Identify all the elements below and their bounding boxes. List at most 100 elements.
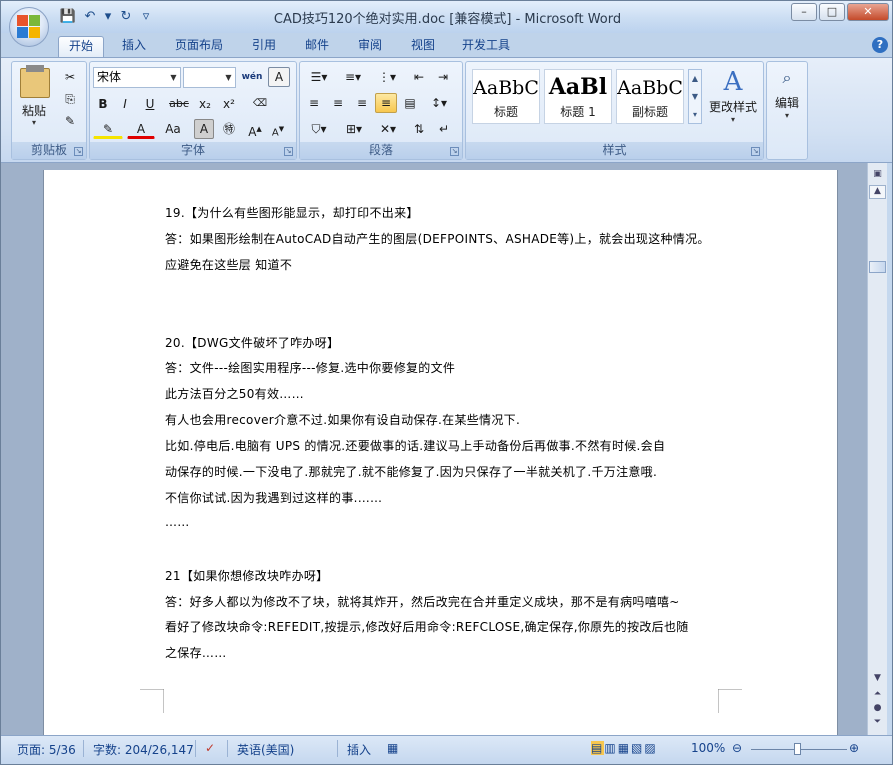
align-left-icon[interactable]: ≡: [303, 93, 325, 113]
font-launcher-icon[interactable]: ↘: [284, 147, 293, 156]
scroll-down-icon[interactable]: ▼: [869, 673, 886, 685]
document-line: 答：好多人都以为修改不了块，就将其炸开，然后改完在合并重定义成块，那不是有病吗嘻…: [165, 594, 680, 609]
font-color-icon[interactable]: A: [127, 119, 155, 139]
paste-dropdown-icon[interactable]: ▾: [32, 118, 36, 127]
align-right-icon[interactable]: ≡: [351, 93, 373, 113]
word-count[interactable]: 字数: 204/26,147: [93, 741, 194, 758]
zoom-slider-thumb[interactable]: [794, 743, 801, 755]
italic-button[interactable]: I: [115, 94, 135, 114]
numbering-icon[interactable]: ≡▾: [337, 67, 369, 87]
page-count[interactable]: 页面: 5/36: [17, 741, 76, 758]
subscript-button[interactable]: x₂: [194, 94, 216, 114]
font-size-combo[interactable]: ▼: [183, 67, 236, 88]
office-button[interactable]: [9, 7, 49, 47]
phonetic-guide-icon[interactable]: wén: [240, 67, 264, 87]
scroll-up-icon[interactable]: ▲: [869, 185, 886, 199]
browse-object-icon[interactable]: ●: [869, 703, 886, 715]
print-layout-icon[interactable]: ▤: [591, 741, 605, 755]
full-reading-icon[interactable]: ▥: [604, 741, 617, 755]
insert-mode[interactable]: 插入: [347, 741, 371, 758]
borders-icon[interactable]: ⊞▾: [338, 119, 370, 139]
bullets-icon[interactable]: ☰▾: [303, 67, 335, 87]
font-name-dropdown-icon[interactable]: ▼: [167, 68, 180, 87]
macro-recording-icon[interactable]: ▦: [387, 741, 398, 755]
editing-group: ⌕ 编辑 ▾: [766, 61, 808, 160]
font-size-dropdown-icon[interactable]: ▼: [222, 68, 235, 87]
vertical-scrollbar[interactable]: ▣ ▲ ▼ ⏶ ● ⏷: [867, 163, 887, 735]
enclose-chars-icon[interactable]: ㊕: [218, 119, 240, 139]
tab-insert[interactable]: 插入: [111, 36, 157, 57]
tab-review[interactable]: 审阅: [347, 36, 393, 57]
language-indicator[interactable]: 英语(美国): [237, 741, 294, 758]
style-subtitle-name: 副标题: [631, 105, 668, 119]
grow-font-icon[interactable]: A▲: [245, 119, 265, 139]
paragraph-group: ☰▾ ≡▾ ⋮▾ ⇤ ⇥ ≡ ≡ ≡ ≡ ▤ ↕▾ ⛉▾ ⊞▾ ✕▾ ⇅ ↵ 段…: [299, 61, 463, 160]
previous-page-icon[interactable]: ⏶: [869, 689, 886, 701]
change-styles-button[interactable]: A 更改样式 ▾: [706, 66, 760, 128]
underline-button[interactable]: U: [137, 94, 163, 114]
style-heading[interactable]: AaBbC 标题: [472, 69, 540, 124]
line-spacing-icon[interactable]: ↕▾: [424, 93, 454, 113]
next-page-icon[interactable]: ⏷: [869, 717, 886, 729]
paste-label[interactable]: 粘贴: [22, 102, 46, 119]
status-separator: [337, 740, 338, 757]
superscript-button[interactable]: x²: [218, 94, 240, 114]
minimize-button[interactable]: –: [791, 3, 817, 21]
editing-button[interactable]: ⌕ 编辑 ▾: [767, 68, 807, 120]
tab-mailings[interactable]: 邮件: [294, 36, 340, 57]
maximize-button[interactable]: □: [819, 3, 845, 21]
increase-indent-icon[interactable]: ⇥: [432, 67, 454, 87]
ruler-toggle-icon[interactable]: ▣: [869, 169, 886, 183]
decrease-indent-icon[interactable]: ⇤: [408, 67, 430, 87]
change-styles-dropdown-icon: ▾: [730, 115, 735, 124]
show-marks-icon[interactable]: ↵: [434, 119, 454, 139]
scroll-thumb[interactable]: [869, 261, 886, 273]
change-case-button[interactable]: Aa: [158, 119, 188, 139]
highlight-icon[interactable]: ✎: [93, 119, 123, 139]
justify-icon[interactable]: ≡: [375, 93, 397, 113]
cut-icon[interactable]: ✂: [60, 67, 80, 87]
tab-references[interactable]: 引用: [241, 36, 287, 57]
draft-icon[interactable]: ▨: [644, 741, 657, 755]
tab-developer[interactable]: 开发工具: [453, 36, 519, 57]
outline-icon[interactable]: ▧: [631, 741, 644, 755]
paragraph-launcher-icon[interactable]: ↘: [450, 147, 459, 156]
tab-home[interactable]: 开始: [58, 36, 104, 57]
clipboard-launcher-icon[interactable]: ↘: [74, 147, 83, 156]
help-icon[interactable]: ?: [872, 37, 888, 53]
multilevel-list-icon[interactable]: ⋮▾: [371, 67, 403, 87]
paste-icon[interactable]: [20, 68, 50, 98]
document-page[interactable]: 19.【为什么有些图形能显示，却打印不出来】 答：如果图形绘制在AutoCAD自动…: [43, 170, 838, 745]
format-painter-icon[interactable]: ✎: [60, 111, 80, 131]
close-button[interactable]: ✕: [847, 3, 889, 21]
strikethrough-button[interactable]: abc: [166, 94, 192, 114]
clear-formatting-icon[interactable]: ⌫: [248, 94, 272, 114]
distributed-icon[interactable]: ▤: [399, 93, 421, 113]
zoom-in-icon[interactable]: ⊕: [849, 741, 859, 755]
zoom-level[interactable]: 100%: [691, 741, 725, 755]
styles-launcher-icon[interactable]: ↘: [751, 147, 760, 156]
shading-icon[interactable]: ⛉▾: [303, 119, 335, 139]
char-shading-icon[interactable]: A: [194, 119, 214, 139]
chinese-layout-icon[interactable]: ✕▾: [373, 119, 403, 139]
tab-view[interactable]: 视图: [400, 36, 446, 57]
status-separator: [227, 740, 228, 757]
char-border-icon[interactable]: A: [268, 67, 290, 87]
style-heading-1[interactable]: AaBl 标题 1: [544, 69, 612, 124]
font-name-combo[interactable]: 宋体 ▼: [93, 67, 181, 88]
align-center-icon[interactable]: ≡: [327, 93, 349, 113]
document-line: 19.【为什么有些图形能显示，却打印不出来】: [165, 206, 419, 220]
web-layout-icon[interactable]: ▦: [618, 741, 631, 755]
tab-page-layout[interactable]: 页面布局: [166, 36, 232, 57]
copy-icon[interactable]: ⎘: [60, 89, 80, 109]
document-line: 20.【DWG文件破坏了咋办呀】: [165, 335, 340, 350]
style-subtitle[interactable]: AaBbC 副标题: [616, 69, 684, 124]
bold-button[interactable]: B: [93, 94, 113, 114]
spelling-check-icon[interactable]: ✓: [205, 741, 215, 755]
styles-scroll[interactable]: ▲ ▼ ▾: [688, 69, 702, 124]
document-line: 此方法百分之50有效……: [165, 387, 304, 402]
zoom-out-icon[interactable]: ⊖: [732, 741, 742, 755]
shrink-font-icon[interactable]: A▼: [268, 119, 288, 139]
title-bar: 💾 ↶ ▾ ↻ ▿ CAD技巧120个绝对实用.doc [兼容模式] - Mic…: [1, 1, 892, 33]
sort-icon[interactable]: ⇅: [408, 119, 430, 139]
